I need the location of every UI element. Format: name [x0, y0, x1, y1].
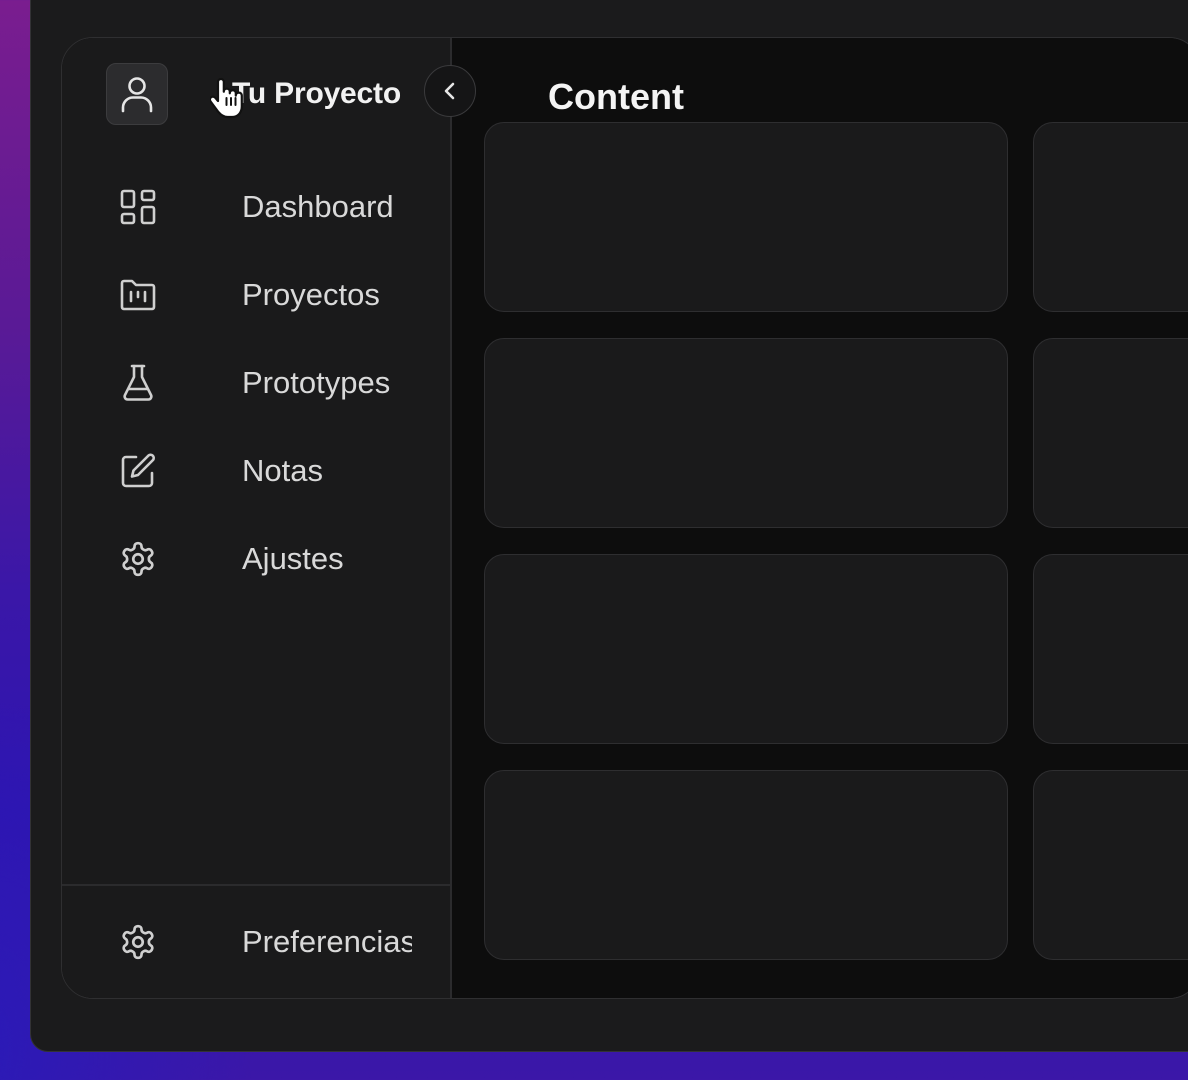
avatar[interactable]: [106, 63, 168, 125]
content-card[interactable]: [1033, 338, 1188, 528]
sidebar-item-label: Prototypes: [242, 365, 391, 400]
content-card[interactable]: [484, 122, 1008, 312]
sidebar-item-proyectos[interactable]: Proyectos: [62, 251, 450, 339]
sidebar-item-label: Preferencias: [242, 924, 412, 959]
sidebar-item-label: Ajustes: [242, 541, 344, 576]
content-card[interactable]: [484, 554, 1008, 744]
sidebar-header: Tu Proyecto: [106, 63, 446, 127]
sidebar-item-label: Proyectos: [242, 277, 380, 312]
flask-icon: [118, 363, 158, 403]
folder-kanban-icon: [118, 275, 158, 315]
collapse-sidebar-button[interactable]: [424, 65, 476, 117]
content-card[interactable]: [484, 338, 1008, 528]
content-card[interactable]: [1033, 554, 1188, 744]
app-window: Tu Proyecto Dashboard Proyectos Prototyp…: [30, 0, 1188, 1052]
app-shell: Tu Proyecto Dashboard Proyectos Prototyp…: [61, 37, 1188, 999]
sidebar-item-preferencias[interactable]: Preferencias: [62, 886, 450, 998]
layout-grid-icon: [118, 187, 158, 227]
content-card[interactable]: [1033, 122, 1188, 312]
hand-pointer-cursor-icon: [210, 75, 246, 119]
sidebar-item-label: Dashboard: [242, 189, 394, 224]
gear-icon: [118, 539, 158, 579]
sidebar: Tu Proyecto Dashboard Proyectos Prototyp…: [62, 38, 476, 998]
sidebar-item-dashboard[interactable]: Dashboard: [62, 163, 450, 251]
sidebar-nav: Dashboard Proyectos Prototypes Notas Aju…: [62, 163, 450, 603]
content-card[interactable]: [484, 770, 1008, 960]
sidebar-item-notas[interactable]: Notas: [62, 427, 450, 515]
sidebar-item-prototypes[interactable]: Prototypes: [62, 339, 450, 427]
sidebar-item-ajustes[interactable]: Ajustes: [62, 515, 450, 603]
user-icon: [120, 75, 154, 113]
page-title: Content: [548, 76, 684, 117]
sidebar-footer: Preferencias: [62, 884, 450, 998]
gear-icon: [118, 922, 158, 962]
sidebar-item-label: Notas: [242, 453, 323, 488]
chevron-left-icon: [441, 80, 459, 102]
edit-icon: [118, 451, 158, 491]
project-name[interactable]: Tu Proyecto: [232, 77, 401, 111]
main-content: Content: [452, 38, 1188, 998]
content-card[interactable]: [1033, 770, 1188, 960]
